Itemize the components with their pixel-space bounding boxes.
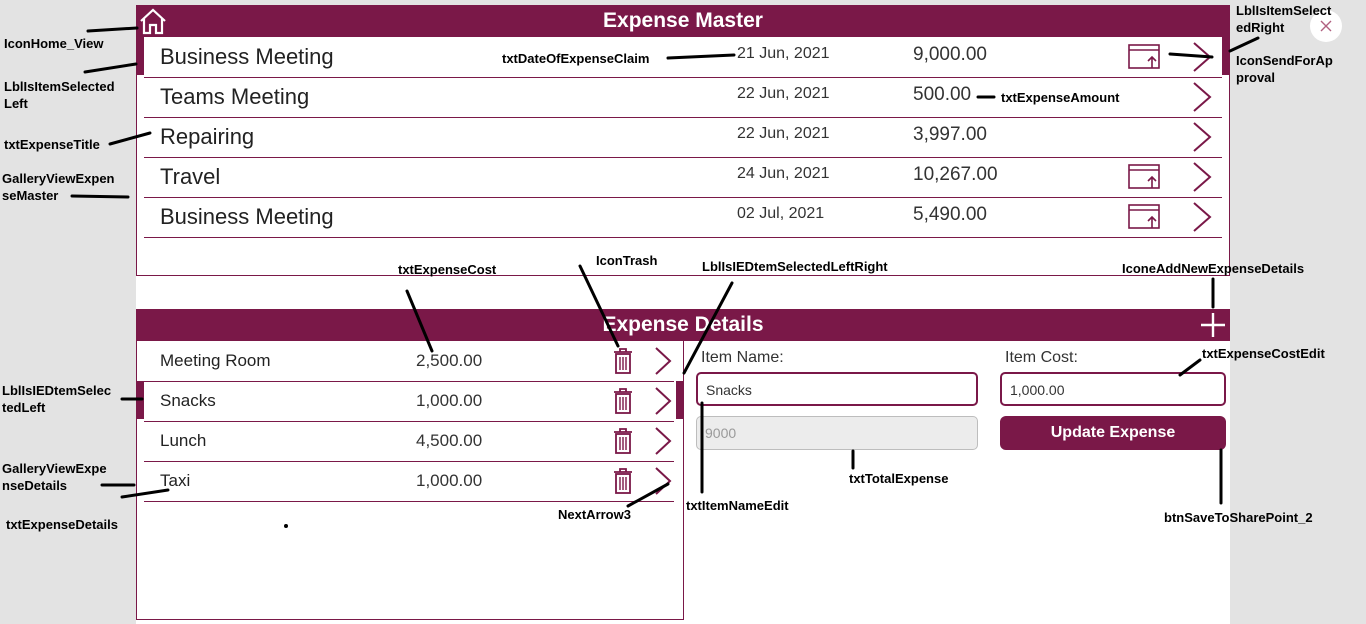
annotation-date: txtDateOfExpenseClaim [502, 51, 650, 66]
annotation-trash: IconTrash [596, 253, 658, 268]
expense-date: 24 Jun, 2021 [737, 165, 830, 182]
detail-title: Snacks [160, 391, 216, 410]
item-name-input[interactable]: Snacks [696, 372, 978, 406]
next-arrow-icon[interactable] [652, 425, 674, 457]
annotation-expense-details: txtExpenseDetails [6, 517, 118, 532]
item-cost-label: Item Cost: [1005, 349, 1078, 366]
detail-selected-left-bar [136, 381, 144, 419]
next-arrow-icon[interactable] [652, 345, 674, 377]
expense-amount: 500.00 [913, 84, 972, 105]
trash-icon[interactable] [612, 387, 634, 415]
next-arrow-icon[interactable] [1190, 120, 1214, 154]
table-row[interactable]: Repairing 22 Jun, 2021 3,997.00 [144, 117, 1222, 158]
annotation-amount: txtExpenseAmount [1001, 90, 1120, 105]
item-name-label: Item Name: [701, 349, 784, 366]
master-header: Expense Master [136, 5, 1230, 37]
annotation-gallery-details: GalleryViewExpe nseDetails [2, 461, 107, 493]
expense-amount: 9,000.00 [913, 44, 987, 65]
table-row[interactable]: Business Meeting 21 Jun, 2021 9,000.00 [144, 37, 1222, 78]
expense-amount: 5,490.00 [913, 204, 987, 225]
annotation-add: IconeAddNewExpenseDetails [1122, 261, 1305, 276]
details-header: Expense Details [136, 309, 1230, 341]
expense-title: Teams Meeting [160, 84, 310, 109]
selected-right-bar [1222, 37, 1230, 75]
annotation-save: btnSaveToSharePoint_2 [1164, 510, 1313, 525]
annotation-total: txtTotalExpense [849, 471, 949, 486]
next-arrow-icon[interactable] [1190, 200, 1214, 234]
list-item[interactable]: Lunch 4,500.00 [144, 421, 674, 462]
trash-icon[interactable] [612, 347, 634, 375]
list-item[interactable]: Snacks 1,000.00 [144, 381, 674, 422]
total-expense-field: 9000 [696, 416, 978, 450]
expense-date: 22 Jun, 2021 [737, 85, 830, 102]
table-row[interactable]: Travel 24 Jun, 2021 10,267.00 [144, 157, 1222, 198]
list-item[interactable]: Taxi 1,000.00 [144, 461, 674, 502]
annotation-ed-leftright: LblIsIEDtemSelectedLeftRight [702, 259, 888, 274]
annotation-expense-cost: txtExpenseCost [398, 262, 497, 277]
home-icon[interactable] [138, 7, 168, 35]
detail-title: Taxi [160, 471, 191, 490]
add-icon[interactable] [1199, 311, 1227, 339]
next-arrow-icon[interactable] [652, 465, 674, 497]
annotation-cost-edit: txtExpenseCostEdit [1202, 346, 1325, 361]
next-arrow-icon[interactable] [1190, 160, 1214, 194]
detail-selected-right-bar [676, 381, 684, 419]
send-for-approval-icon[interactable] [1128, 202, 1160, 230]
update-expense-button[interactable]: Update Expense [1000, 416, 1226, 450]
expense-date: 22 Jun, 2021 [737, 125, 830, 142]
table-row[interactable]: Business Meeting 02 Jul, 2021 5,490.00 [144, 197, 1222, 238]
trash-icon[interactable] [612, 467, 634, 495]
annotation-send: IconSendForAp proval [1236, 53, 1333, 85]
next-arrow-icon[interactable] [1190, 80, 1214, 114]
item-cost-input[interactable]: 1,000.00 [1000, 372, 1226, 406]
trash-icon[interactable] [612, 427, 634, 455]
expense-title: Travel [160, 164, 221, 189]
expense-title: Business Meeting [160, 44, 334, 69]
annotation-ed-left: LblIsIEDtemSelec tedLeft [2, 383, 112, 415]
expense-date: 02 Jul, 2021 [737, 205, 825, 222]
expense-title: Business Meeting [160, 204, 334, 229]
expense-title: Repairing [160, 124, 255, 149]
expense-amount: 3,997.00 [913, 124, 987, 145]
annotation-next-arrow: NextArrow3 [558, 507, 631, 522]
next-arrow-icon[interactable] [652, 385, 674, 417]
annotation-expense-title: txtExpenseTitle [4, 137, 100, 152]
annotation-item-name-edit: txtItemNameEdit [686, 498, 789, 513]
annotation-selected-right: LblIsItemSelect edRight [1236, 3, 1332, 35]
detail-title: Meeting Room [160, 351, 271, 370]
detail-cost: 1,000.00 [416, 391, 483, 410]
detail-cost: 2,500.00 [416, 351, 483, 370]
expense-amount: 10,267.00 [913, 164, 998, 185]
annotation-gallery-master: GalleryViewExpen seMaster [2, 171, 115, 203]
send-for-approval-icon[interactable] [1128, 162, 1160, 190]
annotation-selected-left: LblIsItemSelected Left [4, 79, 115, 111]
annotation-icon-home: IconHome_View [4, 36, 104, 51]
details-title: Expense Details [602, 313, 764, 336]
selected-left-bar [136, 37, 144, 75]
list-item[interactable]: Meeting Room 2,500.00 [144, 341, 674, 382]
send-for-approval-icon[interactable] [1128, 42, 1160, 70]
detail-cost: 1,000.00 [416, 471, 483, 490]
detail-cost: 4,500.00 [416, 431, 483, 450]
master-title: Expense Master [603, 9, 763, 32]
next-arrow-icon[interactable] [1190, 40, 1214, 74]
expense-date: 21 Jun, 2021 [737, 45, 830, 62]
detail-title: Lunch [160, 431, 207, 450]
